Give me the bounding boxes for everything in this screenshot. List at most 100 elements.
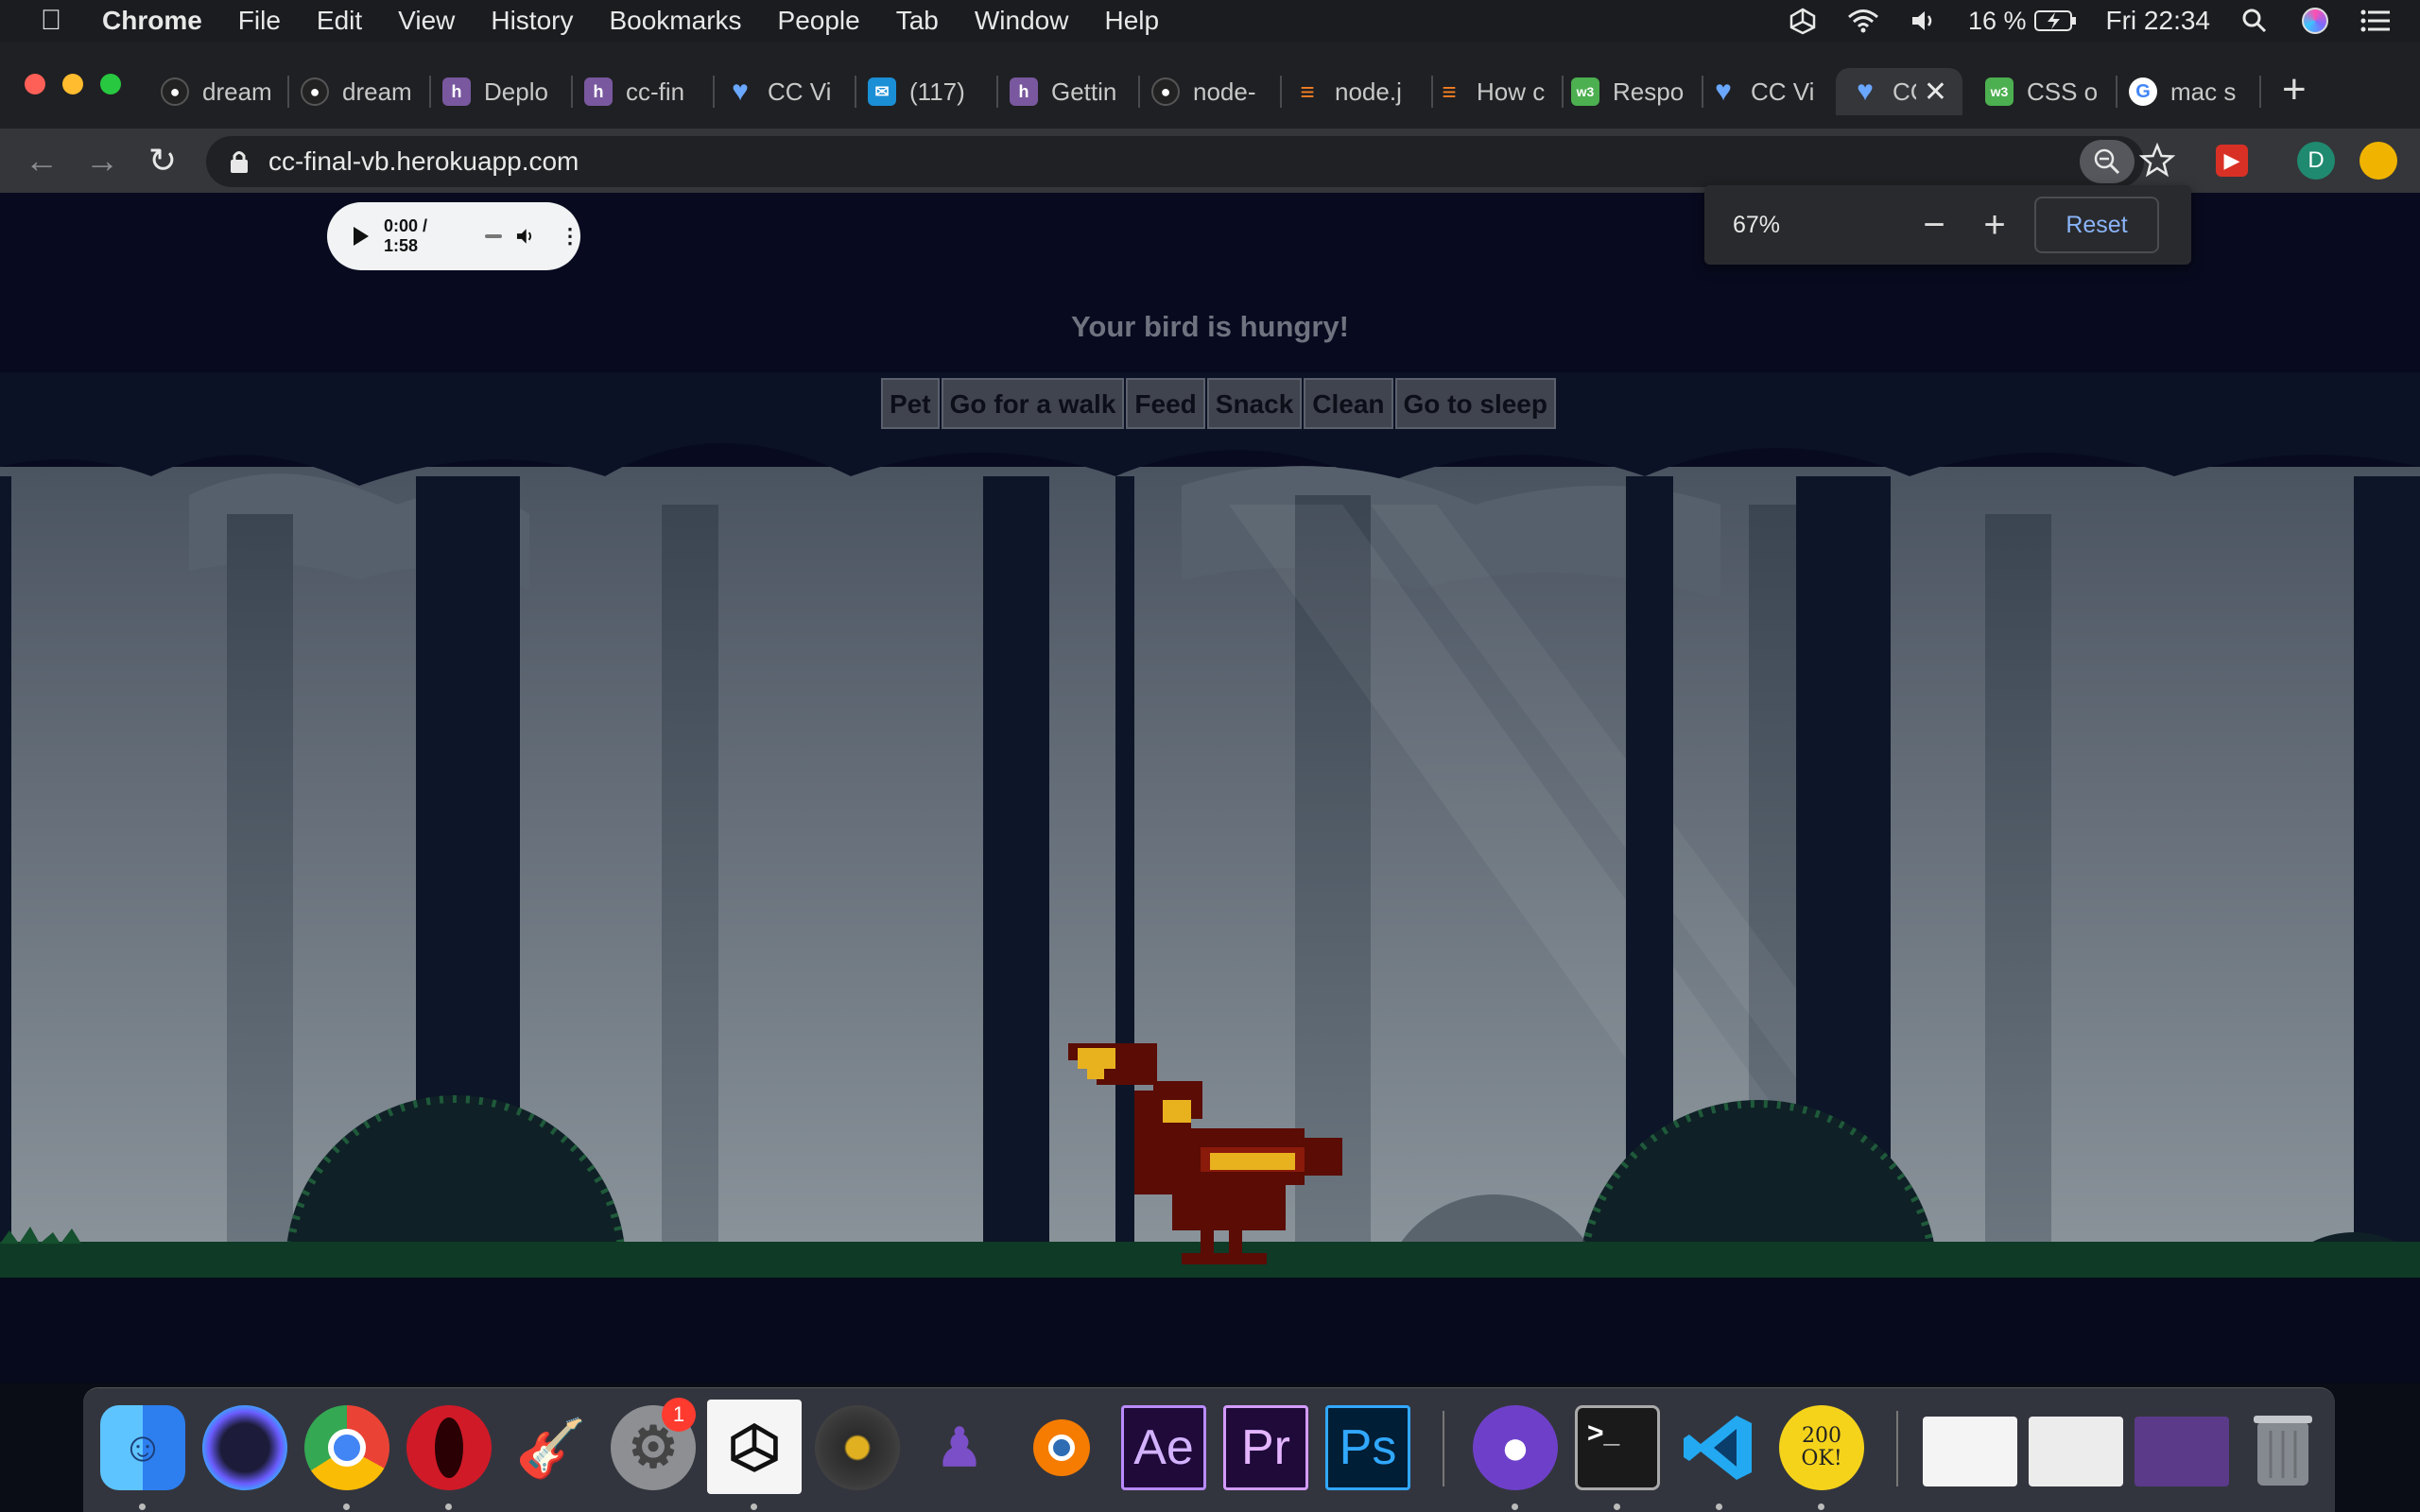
heroku-icon: h — [584, 77, 613, 106]
vscode-icon[interactable] — [1677, 1405, 1762, 1490]
stackoverflow-icon: ≡ — [1300, 77, 1315, 106]
trash-icon[interactable] — [2240, 1405, 2325, 1490]
reload-icon[interactable]: ↻ — [142, 140, 183, 181]
premiere-icon[interactable]: Pr — [1223, 1405, 1308, 1490]
volume-icon[interactable] — [1908, 7, 1940, 35]
mail-icon: ✉ — [868, 77, 896, 106]
opera-icon[interactable] — [406, 1405, 492, 1490]
menu-tab[interactable]: Tab — [878, 0, 957, 42]
tab-title: Gettin — [1051, 77, 1117, 106]
minimize-window-button[interactable] — [62, 74, 83, 94]
tab-separator — [1702, 76, 1703, 108]
audio-more-options-icon[interactable]: ⋮ — [560, 226, 580, 247]
unity-status-icon[interactable] — [1787, 7, 1819, 35]
play-icon[interactable] — [354, 227, 369, 246]
bookmark-star-icon[interactable] — [2138, 142, 2176, 180]
address-bar[interactable]: cc-final-vb.herokuapp.com — [206, 136, 2144, 187]
tab-7[interactable]: h Gettin — [1010, 68, 1125, 115]
chrome-icon[interactable] — [304, 1405, 389, 1490]
maximize-window-button[interactable] — [100, 74, 121, 94]
tab-11[interactable]: w3 Respo — [1571, 68, 1698, 115]
unity-icon[interactable] — [707, 1400, 802, 1494]
tab-1[interactable]: ● dream — [161, 68, 276, 115]
zoom-minus-button[interactable]: − — [1911, 202, 1957, 248]
forward-arrow-icon[interactable]: → — [81, 140, 123, 181]
extension-icon[interactable]: ▶ — [2216, 145, 2248, 177]
zoom-magnifier-button[interactable] — [2080, 140, 2135, 183]
audio-player[interactable]: 0:00 / 1:58 ⋮ — [327, 202, 580, 270]
tab-separator — [1138, 76, 1140, 108]
profile-avatar[interactable]: D — [2297, 142, 2335, 180]
menu-history[interactable]: History — [473, 0, 591, 42]
github-icon: ● — [1151, 77, 1180, 106]
tab-3[interactable]: h Deplo — [442, 68, 558, 115]
tab-title: CSS o — [2027, 77, 2099, 106]
notification-center-icon[interactable] — [2360, 7, 2392, 35]
zoom-reset-button[interactable]: Reset — [2034, 197, 2159, 253]
tab-title: CC — [1893, 77, 1916, 106]
tab-title: Deplo — [484, 77, 548, 106]
snack-button[interactable]: Snack — [1206, 378, 1303, 429]
tab-10[interactable]: ≡ How c — [1435, 68, 1554, 115]
tab-separator — [429, 76, 431, 108]
after-effects-icon[interactable]: Ae — [1121, 1405, 1206, 1490]
menu-app-name[interactable]: Chrome — [102, 0, 220, 42]
tab-5[interactable]: ♥ CC Vi — [726, 68, 841, 115]
close-window-button[interactable] — [25, 74, 45, 94]
battery-status[interactable]: 16 % — [1968, 7, 2078, 36]
github-desktop-icon[interactable]: ● — [1473, 1405, 1558, 1490]
running-indicator — [445, 1503, 452, 1510]
tab-14[interactable]: w3 CSS o — [1985, 68, 2102, 115]
battery-percent: 16 % — [1967, 6, 2027, 35]
finder-icon[interactable]: ☺ — [100, 1405, 185, 1490]
minimized-window-thumbnail[interactable] — [2029, 1417, 2123, 1486]
wifi-icon[interactable] — [1847, 7, 1879, 35]
minimized-window-thumbnail[interactable] — [2135, 1417, 2229, 1486]
tab-separator — [855, 76, 856, 108]
close-tab-icon[interactable]: ✕ — [1924, 76, 1947, 109]
tab-4[interactable]: h cc-fin — [584, 68, 700, 115]
menubar-clock[interactable]: Fri 22:34 — [2106, 6, 2211, 36]
blender-icon[interactable] — [1019, 1405, 1104, 1490]
terminal-icon[interactable]: >_ — [1575, 1405, 1660, 1490]
minimized-window-thumbnail[interactable] — [1923, 1417, 2017, 1486]
200ok-icon[interactable]: 200 OK! — [1779, 1405, 1864, 1490]
tab-separator — [713, 76, 715, 108]
walk-button[interactable]: Go for a walk — [941, 378, 1125, 429]
menu-file[interactable]: File — [220, 0, 299, 42]
status-area: 16 % Fri 22:34 — [1787, 0, 2420, 42]
siri-icon[interactable] — [2299, 7, 2331, 35]
tab-6[interactable]: ✉ (117) — [868, 68, 983, 115]
tab-13-active[interactable]: ♥ CC ✕ — [1836, 68, 1962, 115]
audio-progress-bar[interactable] — [484, 234, 502, 238]
clean-button[interactable]: Clean — [1304, 378, 1393, 429]
back-arrow-icon[interactable]: ← — [21, 140, 62, 181]
menu-edit[interactable]: Edit — [299, 0, 380, 42]
siri-dock-icon[interactable] — [202, 1405, 287, 1490]
new-tab-button[interactable]: + — [2282, 66, 2307, 113]
audio-volume-icon[interactable] — [515, 227, 535, 246]
mac-dock: ☺ 🎸 ⚙ 1 ♟ Ae Pr Ps ● >_ 200 OK! — [83, 1387, 2335, 1512]
tab-8[interactable]: ● node- — [1151, 68, 1267, 115]
garageband-icon[interactable]: 🎸 — [509, 1405, 594, 1490]
menu-help[interactable]: Help — [1086, 0, 1177, 42]
photoshop-icon[interactable]: Ps — [1325, 1405, 1410, 1490]
menu-window[interactable]: Window — [957, 0, 1087, 42]
menu-people[interactable]: People — [760, 0, 878, 42]
spotlight-search-icon[interactable] — [2238, 7, 2271, 35]
tab-12[interactable]: ♥ CC Vi — [1709, 68, 1828, 115]
tab-15[interactable]: G mac s — [2129, 68, 2252, 115]
apple-menu-icon[interactable]:  — [0, 5, 102, 37]
zoom-plus-button[interactable]: + — [1972, 202, 2017, 248]
music-player-icon[interactable] — [815, 1405, 900, 1490]
tab-2[interactable]: ● dream — [301, 68, 418, 115]
tab-9[interactable]: ≡ node.j — [1293, 68, 1426, 115]
feed-button[interactable]: Feed — [1126, 378, 1205, 429]
sleep-button[interactable]: Go to sleep — [1394, 378, 1556, 429]
pixel-character-icon[interactable]: ♟ — [917, 1405, 1002, 1490]
google-icon: G — [2129, 77, 2157, 106]
extension-smiley-icon[interactable] — [2360, 142, 2397, 180]
menu-bookmarks[interactable]: Bookmarks — [591, 0, 759, 42]
pet-button[interactable]: Pet — [881, 378, 940, 429]
menu-view[interactable]: View — [380, 0, 473, 42]
